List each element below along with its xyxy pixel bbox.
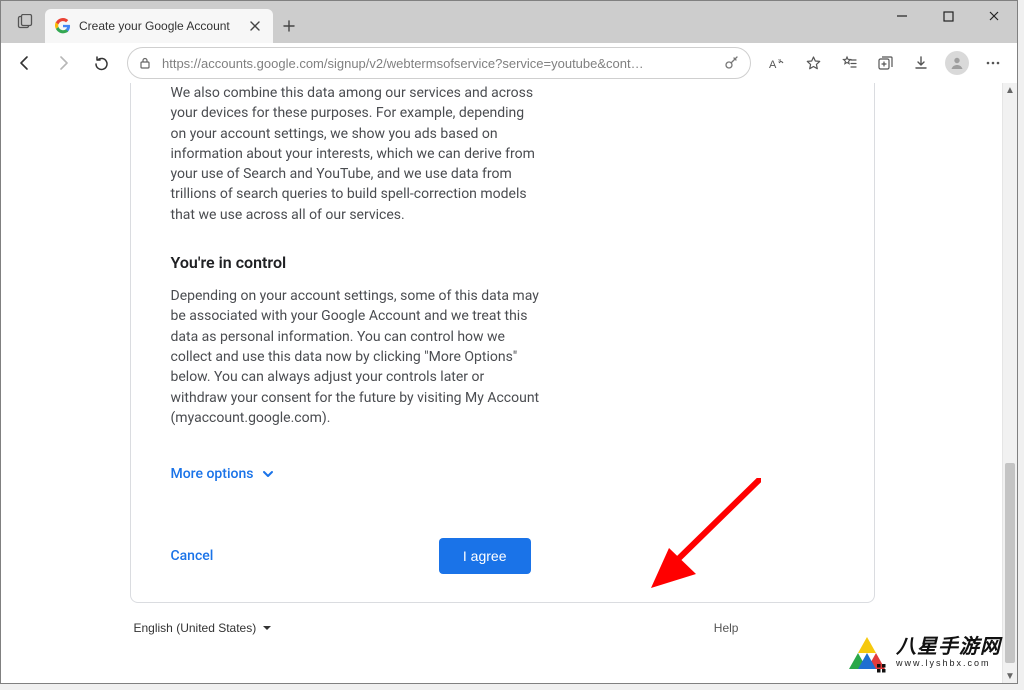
back-button[interactable] <box>7 47 43 79</box>
maximize-button[interactable] <box>925 1 971 31</box>
page-footer: English (United States) Help Privacy Ter… <box>130 621 875 635</box>
page-viewport: We also combine this data among our serv… <box>1 83 1017 683</box>
svg-text:A: A <box>769 59 777 71</box>
annotation-arrow <box>641 478 761 598</box>
watermark: 八星手游网 www.lyshbx.com <box>846 631 1001 673</box>
downloads-icon[interactable] <box>903 47 939 79</box>
more-options-toggle[interactable]: More options <box>171 466 276 482</box>
in-control-heading: You're in control <box>171 253 541 272</box>
combine-data-paragraph: We also combine this data among our serv… <box>171 83 541 225</box>
forward-button <box>45 47 81 79</box>
scroll-down-icon[interactable]: ▼ <box>1003 669 1017 683</box>
new-tab-button[interactable] <box>273 9 305 43</box>
profile-icon[interactable] <box>939 47 975 79</box>
close-window-button[interactable] <box>971 1 1017 31</box>
read-aloud-icon[interactable]: A» <box>759 47 795 79</box>
refresh-button[interactable] <box>83 47 119 79</box>
google-favicon <box>55 18 71 34</box>
settings-menu-icon[interactable] <box>975 47 1011 79</box>
credentials-icon[interactable] <box>724 55 740 71</box>
chevron-down-icon <box>261 467 275 481</box>
signup-card: We also combine this data among our serv… <box>130 83 875 603</box>
language-label: English (United States) <box>134 621 257 635</box>
window-controls <box>879 1 1017 35</box>
browser-tab[interactable]: Create your Google Account <box>45 9 273 43</box>
watermark-title: 八星手游网 <box>896 637 1001 657</box>
browser-toolbar: https://accounts.google.com/signup/v2/we… <box>1 43 1017 84</box>
caret-down-icon <box>262 623 272 633</box>
favorite-icon[interactable] <box>795 47 831 79</box>
titlebar: Create your Google Account <box>1 1 1017 43</box>
language-selector[interactable]: English (United States) <box>134 621 273 635</box>
tab-actions-icon[interactable] <box>5 1 45 43</box>
help-link[interactable]: Help <box>714 621 739 635</box>
minimize-button[interactable] <box>879 1 925 31</box>
browser-window: Create your Google Account https://accou… <box>0 0 1018 684</box>
agree-button[interactable]: I agree <box>439 538 531 574</box>
action-row: Cancel I agree <box>171 538 531 574</box>
watermark-url: www.lyshbx.com <box>896 659 1001 668</box>
tab-close-icon[interactable] <box>247 18 263 34</box>
collections-icon[interactable] <box>867 47 903 79</box>
watermark-logo-icon <box>846 631 888 673</box>
vertical-scrollbar[interactable]: ▲ ▼ <box>1002 83 1017 683</box>
tab-title: Create your Google Account <box>79 19 239 33</box>
url-text: https://accounts.google.com/signup/v2/we… <box>162 56 716 71</box>
lock-icon <box>138 56 152 70</box>
address-bar[interactable]: https://accounts.google.com/signup/v2/we… <box>127 47 751 79</box>
favorites-list-icon[interactable] <box>831 47 867 79</box>
scroll-up-icon[interactable]: ▲ <box>1003 83 1017 97</box>
scroll-thumb[interactable] <box>1005 463 1015 663</box>
more-options-label: More options <box>171 466 254 482</box>
control-paragraph: Depending on your account settings, some… <box>171 286 541 428</box>
cancel-button[interactable]: Cancel <box>171 548 214 564</box>
